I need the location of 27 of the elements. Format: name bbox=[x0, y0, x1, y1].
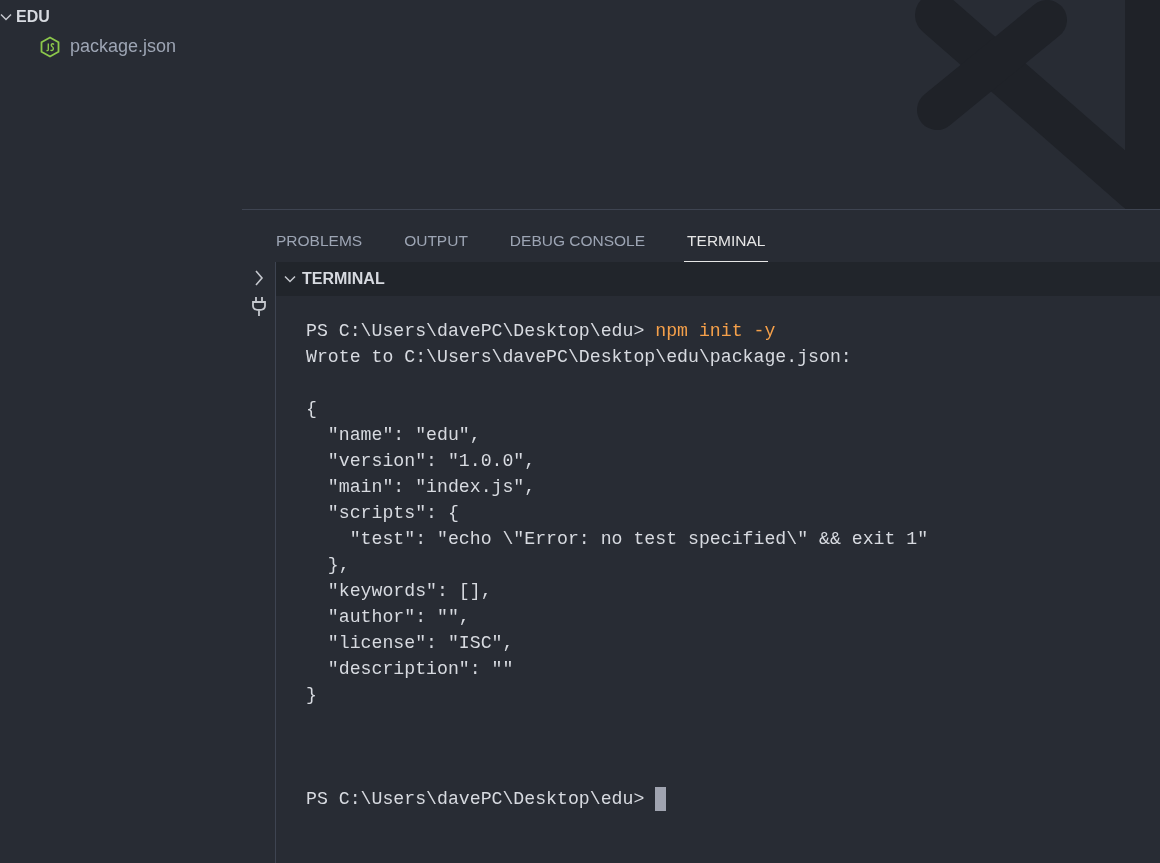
terminal-output-line: "keywords": [], bbox=[326, 580, 492, 603]
terminal-output-line: "version": "1.0.0", bbox=[326, 450, 536, 473]
chevron-icon bbox=[284, 273, 296, 285]
file-item[interactable]: package.json bbox=[0, 30, 183, 63]
terminal-command: npm init -y bbox=[655, 320, 776, 343]
terminal-output-line: "author": "", bbox=[326, 606, 470, 629]
terminal-output-line: } bbox=[306, 684, 317, 707]
terminal-output-line: "main": "index.js", bbox=[326, 476, 536, 499]
folder-item[interactable]: EDU bbox=[0, 4, 56, 30]
terminal-output-line: Wrote to C:\Users\davePC\Desktop\edu\package.json: bbox=[306, 346, 852, 369]
panel-tab[interactable]: DEBUG CONSOLE bbox=[506, 210, 649, 262]
terminal-output-line: "description": "" bbox=[326, 658, 514, 681]
chevron-right-icon[interactable] bbox=[253, 270, 264, 286]
terminal-output-line: "license": "ISC", bbox=[326, 632, 514, 655]
terminal-output-line: "name": "edu", bbox=[326, 424, 481, 447]
terminal-output-line: }, bbox=[326, 554, 350, 577]
terminal-output-line: "scripts": { bbox=[326, 502, 459, 525]
terminal-prompt: PS C:\Users\davePC\Desktop\edu> bbox=[306, 788, 645, 811]
panel-tab[interactable]: OUTPUT bbox=[401, 210, 471, 262]
chevron-icon bbox=[0, 11, 12, 23]
terminal-section-header[interactable]: TERMINAL bbox=[276, 262, 1160, 296]
plug-icon[interactable] bbox=[251, 296, 266, 316]
nodejs-hexagon-icon bbox=[40, 35, 60, 58]
terminal-output-line: { bbox=[306, 398, 317, 421]
terminal-prompt: PS C:\Users\davePC\Desktop\edu> bbox=[306, 320, 646, 343]
panel-tab[interactable]: PROBLEMS bbox=[273, 210, 366, 262]
terminal-output-line: "test": "echo \"Error: no test specified\" && exit 1" bbox=[348, 528, 929, 551]
